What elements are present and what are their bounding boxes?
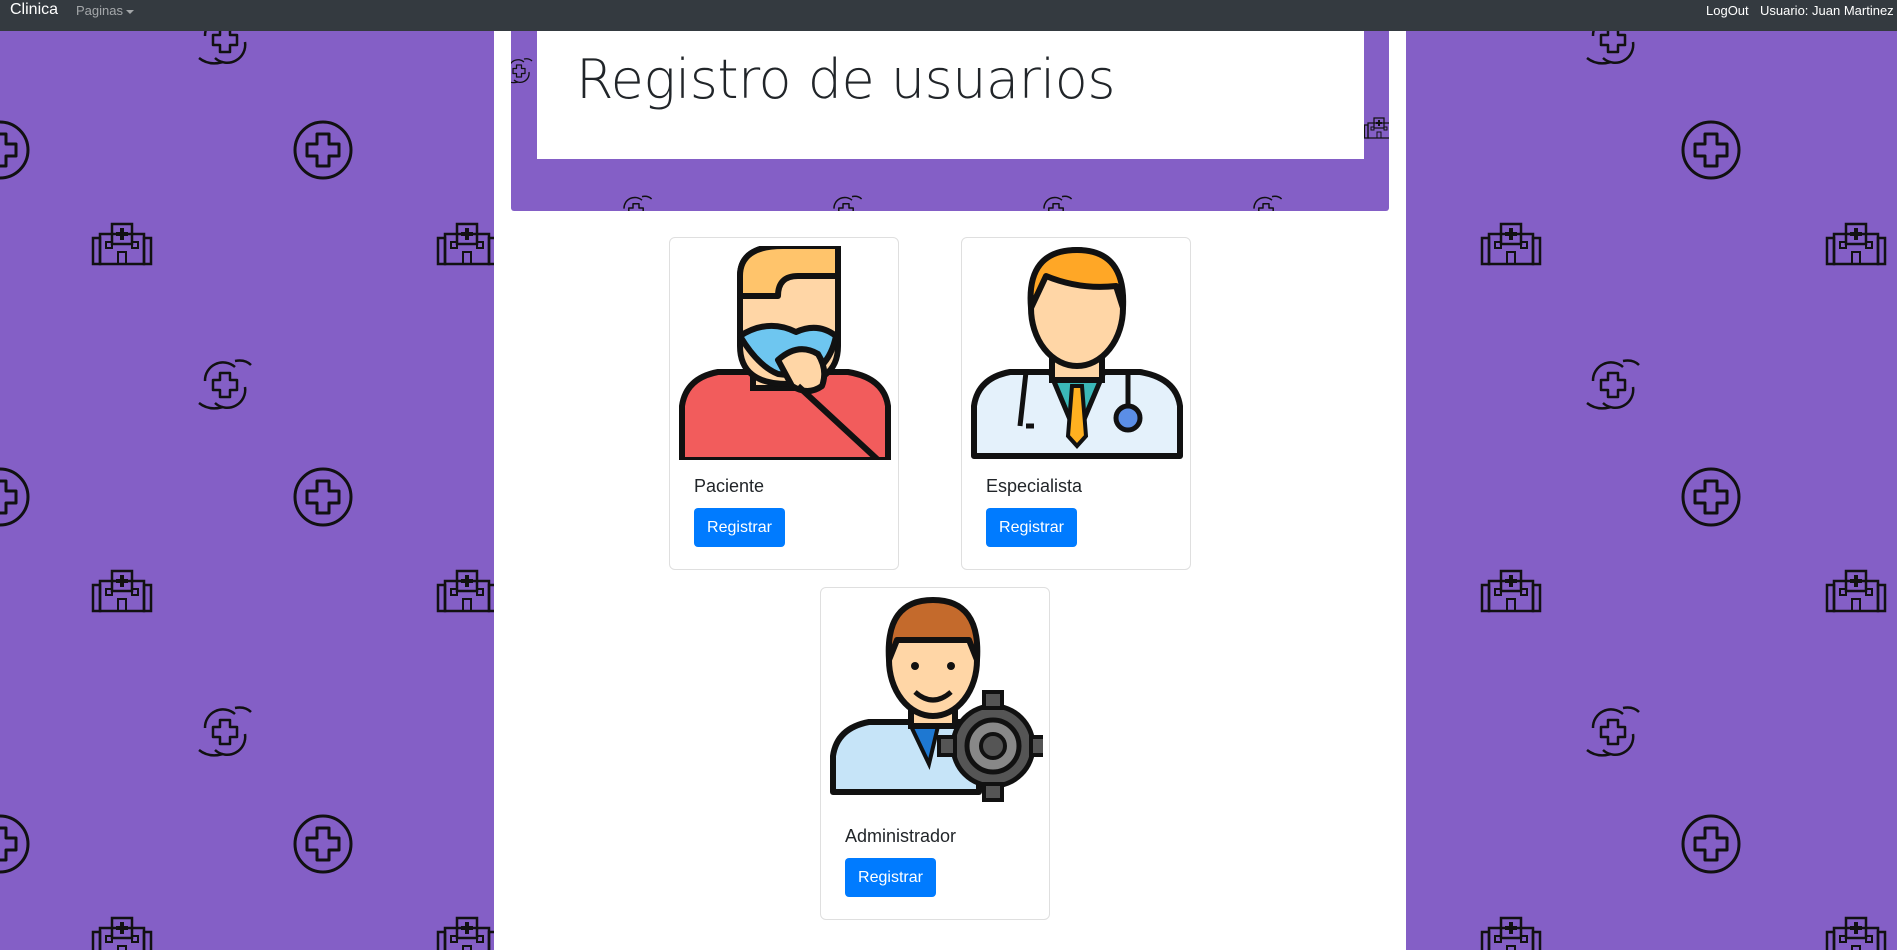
hospital-pattern-icon xyxy=(436,916,498,950)
hospital-pattern-icon xyxy=(436,222,498,266)
brand-link[interactable]: Clinica xyxy=(10,1,58,19)
register-especialista-button[interactable]: Registrar xyxy=(986,508,1077,547)
plus-circle-pattern-icon xyxy=(1681,814,1741,874)
plus-circle-pattern-icon xyxy=(293,467,353,527)
card-label-administrador: Administrador xyxy=(845,826,957,846)
main-content: Registro de usuarios Paciente Registrar xyxy=(494,31,1406,950)
doctor-icon xyxy=(971,247,1183,459)
plus-circle-pattern-icon xyxy=(0,467,30,527)
care-pattern-icon xyxy=(1585,706,1641,757)
plus-circle-pattern-icon xyxy=(293,814,353,874)
register-administrador-button[interactable]: Registrar xyxy=(845,858,936,897)
plus-circle-pattern-icon xyxy=(1681,120,1741,180)
care-pattern-icon xyxy=(197,359,253,410)
page-title: Registro de usuarios xyxy=(576,48,1115,111)
hospital-pattern-icon xyxy=(1480,569,1542,613)
hospital-pattern-icon xyxy=(1825,222,1887,266)
title-box: Registro de usuarios xyxy=(537,31,1364,159)
hospital-pattern-icon xyxy=(91,222,153,266)
care-pattern-icon xyxy=(197,706,253,757)
plus-circle-pattern-icon xyxy=(1681,467,1741,527)
hospital-pattern-icon xyxy=(91,916,153,950)
card-label-paciente: Paciente xyxy=(694,476,765,496)
card-especialista: Especialista Registrar xyxy=(961,237,1191,570)
card-paciente: Paciente Registrar xyxy=(669,237,899,570)
hospital-pattern-icon xyxy=(1480,916,1542,950)
plus-circle-pattern-icon xyxy=(0,120,30,180)
card-administrador: Administrador Registrar xyxy=(820,587,1050,920)
hospital-pattern-icon xyxy=(1825,569,1887,613)
hospital-pattern-icon xyxy=(91,569,153,613)
pages-dropdown-label: Paginas xyxy=(76,3,123,18)
admin-icon xyxy=(830,597,1043,802)
hospital-pattern-icon xyxy=(1825,916,1887,950)
hospital-pattern-icon xyxy=(436,569,498,613)
hospital-pattern-icon xyxy=(1480,222,1542,266)
header-banner: Registro de usuarios xyxy=(511,31,1389,211)
user-label: Usuario: Juan Martinez xyxy=(1760,3,1894,18)
patient-icon xyxy=(679,246,891,460)
register-paciente-button[interactable]: Registrar xyxy=(694,508,785,547)
card-label-especialista: Especialista xyxy=(986,476,1083,496)
care-pattern-icon xyxy=(1585,359,1641,410)
plus-circle-pattern-icon xyxy=(0,814,30,874)
caret-down-icon xyxy=(125,9,134,14)
pages-dropdown[interactable]: Paginas xyxy=(76,3,134,18)
plus-circle-pattern-icon xyxy=(293,120,353,180)
navbar: Clinica Paginas LogOut Usuario: Juan Mar… xyxy=(0,0,1897,31)
logout-link[interactable]: LogOut xyxy=(1706,3,1749,18)
